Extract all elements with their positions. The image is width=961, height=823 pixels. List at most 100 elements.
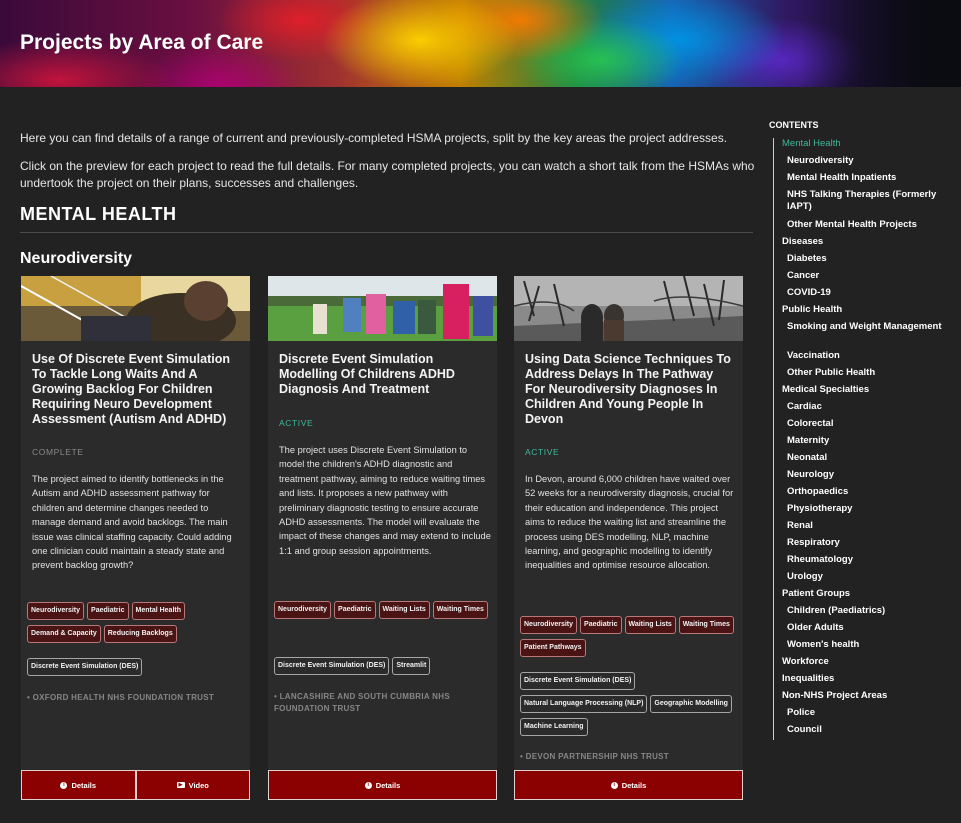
tag[interactable]: Mental Health bbox=[131, 602, 186, 620]
organisation-name: • OXFORD HEALTH NHS FOUNDATION TRUST bbox=[27, 693, 215, 702]
project-title[interactable]: Use Of Discrete Event Simulation To Tack… bbox=[32, 352, 242, 427]
intro-paragraph: Click on the preview for each project to… bbox=[20, 159, 755, 190]
toc-item-maternity[interactable]: Maternity bbox=[787, 435, 957, 447]
toc-item-covid-19[interactable]: COVID-19 bbox=[787, 287, 957, 299]
method-tags: Discrete Event Simulation (DES) bbox=[27, 658, 249, 681]
tag[interactable]: Machine Learning bbox=[520, 718, 588, 736]
toc-item-public-health[interactable]: Public Health bbox=[782, 304, 952, 316]
area-tags: Neurodiversity Paediatric Waiting Lists … bbox=[274, 601, 496, 624]
project-card[interactable]: Use Of Discrete Event Simulation To Tack… bbox=[21, 276, 250, 800]
tag[interactable]: Reducing Backlogs bbox=[103, 625, 177, 643]
project-description: The project aimed to identify bottleneck… bbox=[32, 474, 232, 571]
toc-divider bbox=[773, 138, 774, 740]
tag[interactable]: Neurodiversity bbox=[274, 601, 332, 619]
area-tags: Neurodiversity Paediatric Mental Health … bbox=[27, 602, 249, 648]
subsection-heading: Neurodiversity bbox=[20, 250, 133, 267]
toc-item-urology[interactable]: Urology bbox=[787, 571, 957, 583]
tag[interactable]: Patient Pathways bbox=[520, 639, 586, 657]
toc-item-smoking-and-weight-management[interactable]: Smoking and Weight Management bbox=[787, 321, 957, 333]
toc-item-physiotherapy[interactable]: Physiotherapy bbox=[787, 503, 957, 515]
card-actions: i Details ▶ Video bbox=[21, 770, 250, 800]
toc-item-renal[interactable]: Renal bbox=[787, 520, 957, 532]
toc-item-inequalities[interactable]: Inequalities bbox=[782, 673, 952, 685]
toc-item-diseases[interactable]: Diseases bbox=[782, 236, 952, 248]
toc-item-medical-specialties[interactable]: Medical Specialties bbox=[782, 384, 952, 396]
toc-item-other-public-health[interactable]: Other Public Health bbox=[787, 367, 957, 379]
tag[interactable]: Geographic Modelling bbox=[650, 695, 732, 713]
toc-item-diabetes[interactable]: Diabetes bbox=[787, 253, 957, 265]
tag[interactable]: Waiting Lists bbox=[624, 616, 676, 634]
info-icon: i bbox=[610, 781, 618, 789]
area-tags: Neurodiversity Paediatric Waiting Lists … bbox=[520, 616, 742, 662]
page-title: Projects by Area of Care bbox=[20, 31, 264, 54]
tag[interactable]: Paediatric bbox=[87, 602, 129, 620]
tag[interactable]: Waiting Times bbox=[432, 601, 488, 619]
tag[interactable]: Discrete Event Simulation (DES) bbox=[274, 657, 390, 675]
organisation-name: • LANCASHIRE AND SOUTH CUMBRIA NHS FOUND… bbox=[274, 692, 450, 713]
project-description: In Devon, around 6,000 children have wai… bbox=[525, 474, 734, 571]
toc-item-patient-groups[interactable]: Patient Groups bbox=[782, 588, 952, 600]
toc-item-neonatal[interactable]: Neonatal bbox=[787, 452, 957, 464]
details-button[interactable]: i Details bbox=[514, 770, 743, 800]
toc-item-other-mental-health-projects[interactable]: Other Mental Health Projects bbox=[787, 219, 957, 231]
toc-item-non-nhs-project-areas[interactable]: Non-NHS Project Areas bbox=[782, 690, 952, 702]
toc-item-police[interactable]: Police bbox=[787, 707, 957, 719]
toc-item-vaccination[interactable]: Vaccination bbox=[787, 350, 957, 362]
info-icon: i bbox=[60, 781, 68, 789]
status-badge: ACTIVE bbox=[279, 418, 314, 428]
method-tags: Discrete Event Simulation (DES) Natural … bbox=[520, 672, 742, 741]
details-button[interactable]: i Details bbox=[21, 770, 136, 800]
toc-item-women-s-health[interactable]: Women's health bbox=[787, 639, 957, 651]
tag[interactable]: Demand & Capacity bbox=[27, 625, 101, 643]
project-title[interactable]: Discrete Event Simulation Modelling Of C… bbox=[279, 352, 489, 397]
toc-item-colorectal[interactable]: Colorectal bbox=[787, 418, 957, 430]
toc-item-nhs-talking-therapies-formerly-iapt[interactable]: NHS Talking Therapies (Formerly IAPT) bbox=[787, 189, 957, 213]
project-preview-image[interactable] bbox=[21, 276, 250, 341]
info-icon: i bbox=[364, 781, 372, 789]
intro-paragraph: Here you can find details of a range of … bbox=[20, 131, 728, 145]
tag[interactable]: Waiting Lists bbox=[378, 601, 430, 619]
toc-item-cancer[interactable]: Cancer bbox=[787, 270, 957, 282]
card-actions: i Details bbox=[268, 770, 497, 800]
organisation-name: • DEVON PARTNERSHIP NHS TRUST bbox=[520, 752, 669, 761]
tag[interactable]: Paediatric bbox=[580, 616, 622, 634]
card-actions: i Details bbox=[514, 770, 743, 800]
section-heading: MENTAL HEALTH bbox=[20, 204, 177, 224]
table-of-contents: CONTENTS bbox=[769, 120, 959, 130]
toc-item-neurodiversity[interactable]: Neurodiversity bbox=[787, 155, 957, 167]
toc-item-neurology[interactable]: Neurology bbox=[787, 469, 957, 481]
tag[interactable]: Neurodiversity bbox=[27, 602, 85, 620]
tag[interactable]: Neurodiversity bbox=[520, 616, 578, 634]
tag[interactable]: Waiting Times bbox=[678, 616, 734, 634]
project-card[interactable]: Using Data Science Techniques To Address… bbox=[514, 276, 743, 800]
project-description: The project uses Discrete Event Simulati… bbox=[279, 445, 491, 556]
project-preview-image[interactable] bbox=[268, 276, 497, 341]
status-badge: ACTIVE bbox=[525, 447, 560, 457]
tag[interactable]: Discrete Event Simulation (DES) bbox=[27, 658, 143, 676]
video-button[interactable]: ▶ Video bbox=[135, 770, 250, 800]
method-tags: Discrete Event Simulation (DES) Streamli… bbox=[274, 657, 496, 680]
toc-item-orthopaedics[interactable]: Orthopaedics bbox=[787, 486, 957, 498]
toc-heading: CONTENTS bbox=[769, 120, 819, 130]
toc-item-council[interactable]: Council bbox=[787, 724, 957, 736]
toc-item-mental-health-inpatients[interactable]: Mental Health Inpatients bbox=[787, 172, 957, 184]
section-divider bbox=[20, 232, 753, 233]
toc-item-cardiac[interactable]: Cardiac bbox=[787, 401, 957, 413]
video-icon: ▶ bbox=[176, 782, 185, 788]
toc-item-children-paediatrics[interactable]: Children (Paediatrics) bbox=[787, 605, 957, 617]
project-title[interactable]: Using Data Science Techniques To Address… bbox=[525, 352, 735, 427]
header-banner: Projects by Area of Care bbox=[0, 0, 961, 87]
details-button[interactable]: i Details bbox=[268, 770, 497, 800]
tag[interactable]: Paediatric bbox=[334, 601, 376, 619]
toc-item-respiratory[interactable]: Respiratory bbox=[787, 537, 957, 549]
toc-item-mental-health[interactable]: Mental Health bbox=[782, 138, 952, 150]
toc-item-rheumatology[interactable]: Rheumatology bbox=[787, 554, 957, 566]
status-badge: COMPLETE bbox=[32, 447, 84, 457]
tag[interactable]: Streamlit bbox=[392, 657, 431, 675]
tag[interactable]: Natural Language Processing (NLP) bbox=[520, 695, 648, 713]
project-preview-image[interactable] bbox=[514, 276, 743, 341]
toc-item-older-adults[interactable]: Older Adults bbox=[787, 622, 957, 634]
tag[interactable]: Discrete Event Simulation (DES) bbox=[520, 672, 636, 690]
toc-item-workforce[interactable]: Workforce bbox=[782, 656, 952, 668]
project-card[interactable]: Discrete Event Simulation Modelling Of C… bbox=[268, 276, 497, 800]
